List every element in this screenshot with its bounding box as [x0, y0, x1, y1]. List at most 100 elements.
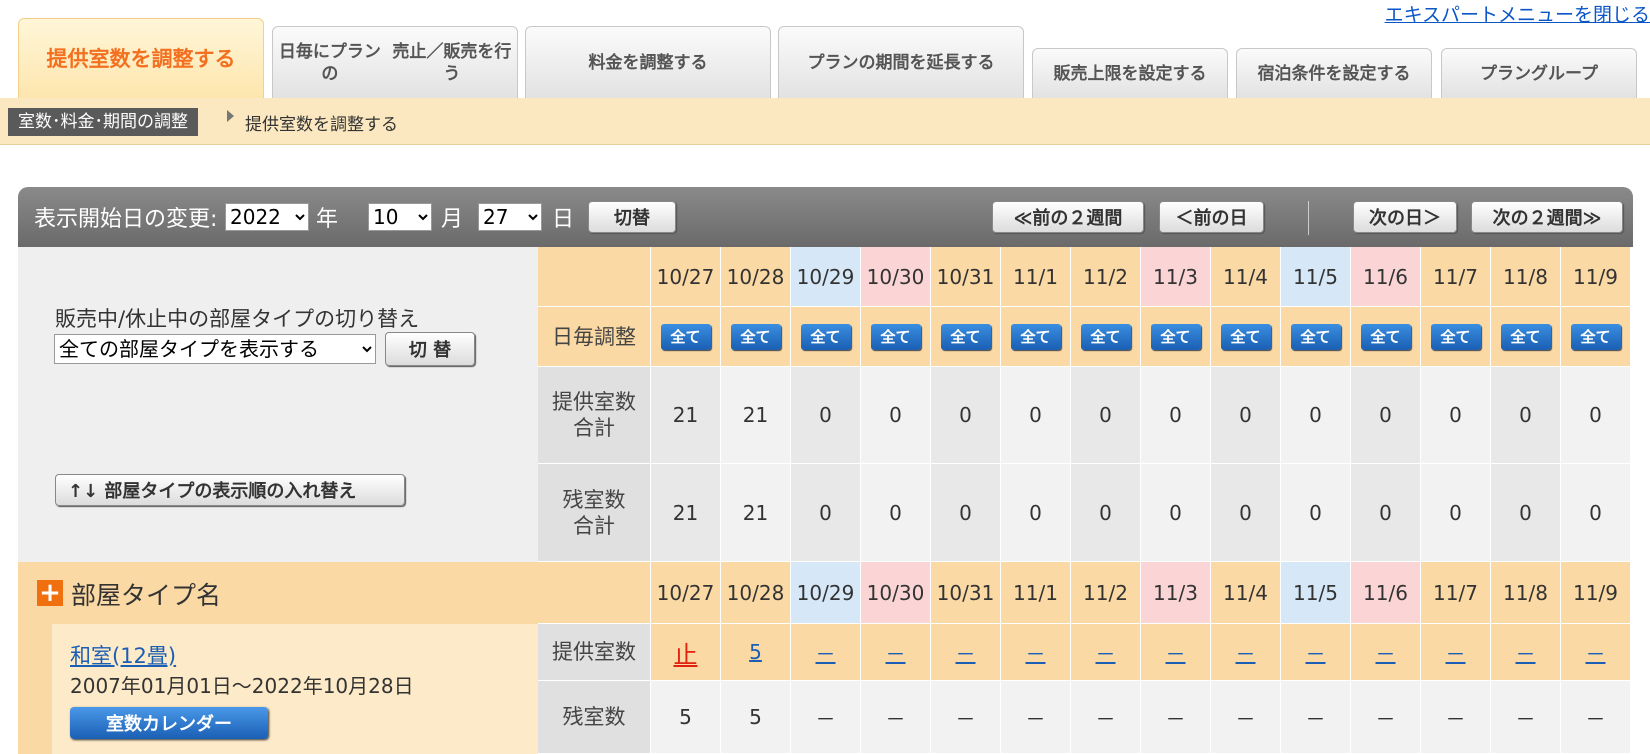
daily-adjust-cell: 全て	[1001, 307, 1071, 367]
date-header: 11/4	[1211, 247, 1281, 307]
remaining-rooms-cell: －	[1001, 681, 1071, 754]
tab-label-line2: 延長する	[926, 52, 995, 73]
breadcrumb-parent[interactable]: 室数･料金･期間の調整	[8, 108, 198, 136]
offered-total-cell: 0	[861, 367, 931, 464]
all-button[interactable]: 全て	[800, 323, 851, 350]
tab-7[interactable]: プラングループ	[1441, 48, 1637, 98]
plus-icon[interactable]: +	[37, 580, 63, 606]
year-unit: 年	[316, 207, 339, 232]
tab-1[interactable]: 提供室数を調整する	[18, 18, 264, 98]
room-date-header: 11/7	[1421, 562, 1491, 624]
date-header: 11/3	[1141, 247, 1211, 307]
date-header: 11/2	[1071, 247, 1141, 307]
room-calendar-button[interactable]: 室数カレンダー	[70, 707, 268, 739]
date-header: 10/28	[721, 247, 791, 307]
offered-rooms-link[interactable]: －	[886, 638, 906, 667]
stop-sale-link[interactable]: 止	[674, 635, 698, 670]
next-day-button[interactable]: 次の日＞	[1353, 201, 1457, 233]
daily-adjust-cell: 全て	[1561, 307, 1631, 367]
remaining-total-cell: 21	[651, 464, 721, 562]
offered-rooms-link[interactable]: －	[1586, 638, 1606, 667]
reorder-room-types-button[interactable]: ↑↓ 部屋タイプの表示順の入れ替え	[55, 474, 405, 506]
remaining-total-cell: 0	[791, 464, 861, 562]
month-unit: 月	[441, 207, 464, 232]
all-button[interactable]: 全て	[1080, 323, 1131, 350]
offered-rooms-link[interactable]: －	[1516, 638, 1536, 667]
remaining-rooms-cell: －	[1351, 681, 1421, 754]
remaining-rooms-cell: 5	[721, 681, 791, 754]
all-button[interactable]: 全て	[870, 323, 921, 350]
all-button[interactable]: 全て	[1360, 323, 1411, 350]
date-header: 11/1	[1001, 247, 1071, 307]
breadcrumb: 室数･料金･期間の調整 提供室数を調整する	[0, 98, 1650, 145]
room-type-switch-button[interactable]: 切 替	[385, 332, 475, 366]
all-button[interactable]: 全て	[1220, 323, 1271, 350]
remaining-total-cell: 0	[1211, 464, 1281, 562]
filter-panel	[18, 247, 538, 562]
daily-adjust-cell: 全て	[1211, 307, 1281, 367]
daily-adjust-cell: 全て	[1071, 307, 1141, 367]
all-button[interactable]: 全て	[940, 323, 991, 350]
room-date-header: 11/9	[1561, 562, 1631, 624]
offered-rooms-cell: －	[1491, 624, 1561, 681]
room-date-header-corner	[538, 562, 651, 624]
room-date-header: 10/31	[931, 562, 1001, 624]
daily-adjust-cell: 全て	[651, 307, 721, 367]
start-date-label: 表示開始日の変更:	[34, 207, 218, 232]
offered-rooms-cell: 止	[651, 624, 721, 681]
offered-rooms-link[interactable]: －	[1446, 638, 1466, 667]
offered-rooms-cell: －	[791, 624, 861, 681]
offered-rooms-link[interactable]: －	[956, 638, 976, 667]
room-name-link[interactable]: 和室(12畳)	[70, 640, 176, 670]
offered-rooms-link[interactable]: －	[1026, 638, 1046, 667]
all-button[interactable]: 全て	[1500, 323, 1551, 350]
offered-total-cell: 21	[651, 367, 721, 464]
month-select[interactable]: 10	[368, 203, 432, 231]
date-switch-button[interactable]: 切替	[588, 201, 676, 233]
room-date-header: 11/5	[1281, 562, 1351, 624]
all-button[interactable]: 全て	[1150, 323, 1201, 350]
offered-rooms-link[interactable]: －	[1376, 638, 1396, 667]
offered-rooms-link[interactable]: －	[1166, 638, 1186, 667]
offered-rooms-link[interactable]: 5	[749, 640, 762, 664]
offered-total-cell: 0	[791, 367, 861, 464]
tab-6[interactable]: 宿泊条件を設定する	[1236, 48, 1432, 98]
remaining-total-cell: 0	[1491, 464, 1561, 562]
prev-2weeks-button[interactable]: ≪前の２週間	[992, 201, 1144, 233]
tab-5[interactable]: 販売上限を設定する	[1032, 48, 1228, 98]
offered-total-cell: 0	[1211, 367, 1281, 464]
offered-rooms-link[interactable]: －	[1306, 638, 1326, 667]
offered-rooms-link[interactable]: －	[1236, 638, 1256, 667]
offered-total-cell: 0	[1491, 367, 1561, 464]
remaining-total-cell: 0	[1141, 464, 1211, 562]
offered-rooms-label: 提供室数	[538, 624, 651, 681]
all-button[interactable]: 全て	[1010, 323, 1061, 350]
all-button[interactable]: 全て	[1570, 323, 1621, 350]
room-date-header: 10/30	[861, 562, 931, 624]
next-2weeks-button[interactable]: 次の２週間≫	[1471, 201, 1623, 233]
tab-4[interactable]: プランの期間を 延長する	[778, 26, 1024, 98]
date-header: 11/6	[1351, 247, 1421, 307]
all-button[interactable]: 全て	[730, 323, 781, 350]
year-select[interactable]: 2022	[225, 203, 309, 231]
remaining-rooms-cell: －	[791, 681, 861, 754]
offered-rooms-link[interactable]: －	[816, 638, 836, 667]
daily-adjust-label: 日毎調整	[538, 307, 651, 367]
daily-adjust-cell: 全て	[861, 307, 931, 367]
all-button[interactable]: 全て	[660, 323, 711, 350]
offered-rooms-cell: －	[1351, 624, 1421, 681]
tab-3[interactable]: 料金を調整する	[525, 26, 771, 98]
remaining-total-cell: 0	[1561, 464, 1631, 562]
remaining-rooms-cell: －	[1211, 681, 1281, 754]
room-type-filter-select[interactable]: 全ての部屋タイプを表示する	[54, 334, 376, 364]
room-side-strip	[18, 624, 52, 754]
offered-rooms-cell: －	[1561, 624, 1631, 681]
prev-day-button[interactable]: ＜前の日	[1159, 201, 1264, 233]
daily-adjust-cell: 全て	[1491, 307, 1561, 367]
all-button[interactable]: 全て	[1290, 323, 1341, 350]
tab-2[interactable]: 日毎にプランの 売止／販売を行う	[272, 26, 518, 98]
offered-rooms-link[interactable]: －	[1096, 638, 1116, 667]
tab-label: 宿泊条件を設定する	[1257, 63, 1411, 84]
all-button[interactable]: 全て	[1430, 323, 1481, 350]
day-select[interactable]: 27	[478, 203, 542, 231]
